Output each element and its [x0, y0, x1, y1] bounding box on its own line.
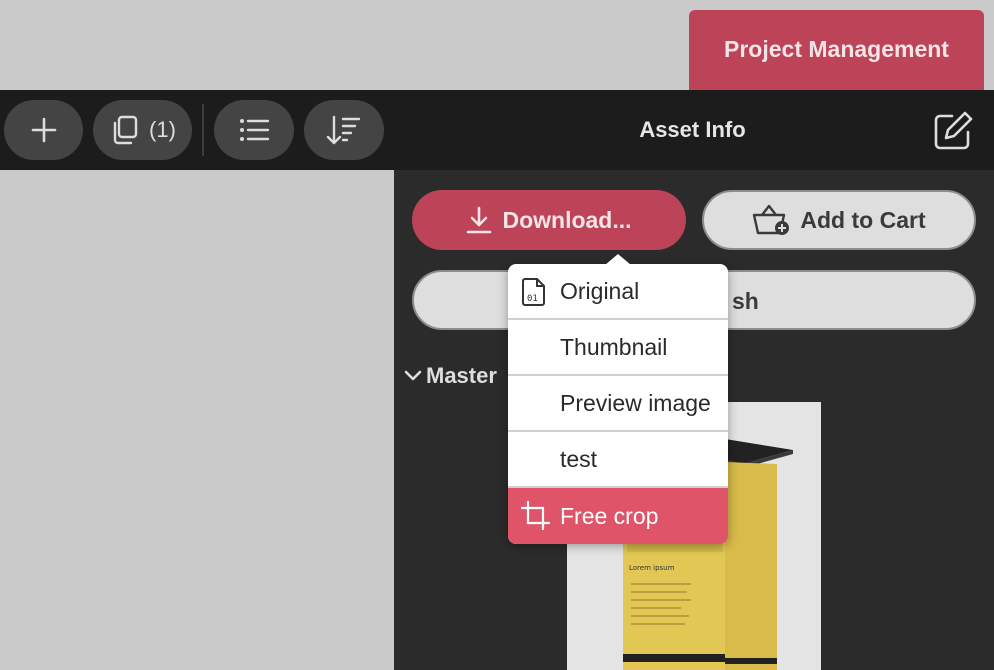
- project-management-button[interactable]: Project Management: [689, 10, 984, 90]
- plus-icon: [31, 117, 56, 143]
- download-icon: [467, 206, 492, 234]
- edit-icon[interactable]: [932, 110, 974, 152]
- menu-item-free-crop[interactable]: Free crop: [508, 488, 728, 544]
- copy-button[interactable]: (1): [93, 100, 192, 160]
- add-to-cart-label: Add to Cart: [800, 206, 926, 233]
- copy-count: (1): [149, 117, 176, 142]
- download-button[interactable]: Download...: [412, 190, 686, 250]
- menu-item-label: Thumbnail: [560, 333, 668, 360]
- top-area: Project Management: [0, 0, 994, 90]
- crop-icon: [521, 501, 551, 531]
- menu-item-label: Preview image: [560, 389, 711, 416]
- menu-item-preview-image[interactable]: Preview image: [508, 376, 728, 432]
- asset-list-pane: [0, 170, 394, 670]
- sort-icon: [326, 115, 361, 145]
- menu-item-test[interactable]: test: [508, 432, 728, 488]
- svg-text:Lorem ipsum: Lorem ipsum: [629, 564, 675, 572]
- menu-item-thumbnail[interactable]: Thumbnail: [508, 320, 728, 376]
- publish-label: sh: [732, 288, 759, 314]
- list-view-button[interactable]: [214, 100, 294, 160]
- download-options-menu: 01 Original Thumbnail Preview image test…: [508, 254, 728, 544]
- menu-item-label: Original: [560, 277, 640, 304]
- list-icon: [240, 119, 270, 141]
- file-binary-icon: 01: [522, 278, 545, 306]
- basket-add-icon: [753, 204, 790, 235]
- toolbar: (1) Asset Info: [0, 90, 994, 170]
- master-label: Master: [426, 363, 497, 388]
- download-label: Download...: [502, 206, 632, 233]
- toolbar-divider: [202, 104, 204, 156]
- sort-button[interactable]: [304, 100, 384, 160]
- add-button[interactable]: [4, 100, 83, 160]
- svg-text:01: 01: [527, 294, 538, 304]
- copy-icon: [113, 115, 138, 145]
- menu-item-original[interactable]: 01 Original: [508, 264, 728, 320]
- panel-title: Asset Info: [639, 117, 746, 142]
- add-to-cart-button[interactable]: Add to Cart: [702, 190, 976, 250]
- menu-item-label: Free crop: [560, 502, 659, 529]
- menu-item-label: test: [560, 445, 598, 472]
- chevron-down-icon: [404, 370, 422, 381]
- master-section-toggle[interactable]: Master: [404, 363, 497, 389]
